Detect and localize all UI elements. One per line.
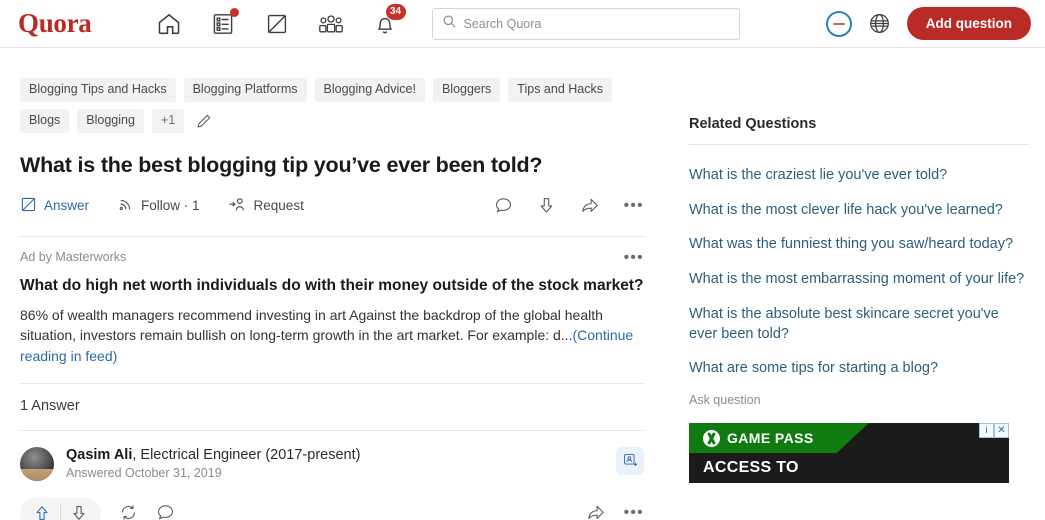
upvote-icon[interactable] <box>24 498 60 520</box>
topic-tag[interactable]: Blogging Advice! <box>314 78 425 102</box>
ad-body-text: 86% of wealth managers recommend investi… <box>20 306 603 344</box>
answers-icon[interactable] <box>196 4 250 44</box>
home-icon[interactable] <box>142 4 196 44</box>
share-icon[interactable] <box>580 196 600 215</box>
divider-below-ad <box>20 382 644 384</box>
answer-button[interactable]: Answer <box>20 196 89 216</box>
xbox-logo-icon <box>703 429 720 447</box>
answer-author-credential: , Electrical Engineer (2017-present) <box>132 446 361 463</box>
profile-avatar[interactable] <box>825 10 852 37</box>
search-icon <box>442 14 457 34</box>
comment-icon[interactable] <box>494 196 513 215</box>
comment-icon[interactable] <box>156 503 175 520</box>
more-dots-glyph: ••• <box>623 504 644 520</box>
game-pass-brand-label: GAME PASS <box>727 430 814 447</box>
question-title: What is the best blogging tip you’ve eve… <box>20 152 543 177</box>
ad-close-icon[interactable]: ✕ <box>994 423 1009 439</box>
search-input[interactable] <box>463 16 724 31</box>
language-globe-icon[interactable] <box>868 12 891 35</box>
top-navbar: Quora 34 Search Quora Add question <box>0 0 1045 48</box>
topic-tag[interactable]: Blogging Platforms <box>183 78 307 102</box>
related-question-link[interactable]: What is the absolute best skincare secre… <box>689 305 1029 344</box>
question-more-icon[interactable]: ••• <box>624 198 644 213</box>
answer-secondary-actions: ••• <box>568 503 644 520</box>
page-body: Blogging Tips and Hacks Blogging Platfor… <box>0 48 1045 520</box>
repost-icon[interactable] <box>119 503 138 520</box>
topic-tag[interactable]: Tips and Hacks <box>508 78 612 102</box>
downvote-icon[interactable] <box>61 498 97 520</box>
answer-action-bar: ••• <box>20 497 644 520</box>
main-content: Blogging Tips and Hacks Blogging Platfor… <box>20 48 644 520</box>
ask-question-link[interactable]: Ask question <box>689 393 1029 407</box>
promoted-ad-block: Ad by Masterworks ••• What do high net w… <box>20 237 644 367</box>
topic-tag[interactable]: Blogs <box>20 108 70 133</box>
adchoices-controls: i ✕ <box>979 423 1009 439</box>
related-question-link[interactable]: What is the craziest lie you've ever tol… <box>689 166 1029 186</box>
search-bar[interactable] <box>431 7 740 40</box>
request-answer-button[interactable]: Request <box>228 196 304 216</box>
request-person-icon <box>228 196 247 216</box>
answer-button-label: Answer <box>44 198 90 214</box>
edit-topics-pencil-icon[interactable] <box>192 109 216 133</box>
follow-user-button[interactable] <box>616 446 644 475</box>
ad-more-icon[interactable]: ••• <box>624 250 644 265</box>
follow-button-label: Follow · 1 <box>141 198 200 214</box>
adchoices-info-icon[interactable]: i <box>979 423 994 439</box>
related-questions-list: What is the craziest lie you've ever tol… <box>689 145 1029 379</box>
answer-more-icon[interactable]: ••• <box>624 505 644 520</box>
add-question-button[interactable]: Add question <box>906 7 1031 40</box>
answer-author-line: Qasim Ali, Electrical Engineer (2017-pre… <box>66 447 616 463</box>
topic-tag[interactable]: Blogging <box>77 108 144 133</box>
topic-tag-list: Blogging Tips and Hacks Blogging Platfor… <box>20 78 630 133</box>
topic-tag-more[interactable]: +1 <box>151 108 185 133</box>
header-right-group: Add question <box>825 7 1031 40</box>
answer-author-avatar[interactable] <box>20 446 54 481</box>
follow-rss-icon <box>117 196 134 216</box>
topic-tag[interactable]: Bloggers <box>432 78 501 102</box>
ad-header: Ad by Masterworks ••• <box>20 250 644 265</box>
related-question-link[interactable]: What is the most embarrassing moment of … <box>689 270 1029 290</box>
write-icon[interactable] <box>250 4 304 44</box>
notifications-icon[interactable]: 34 <box>358 3 412 44</box>
game-pass-ad-banner[interactable]: GAME PASS ACCESS TO <box>689 423 1009 484</box>
game-pass-ribbon: GAME PASS <box>689 423 869 454</box>
share-icon[interactable] <box>586 503 606 520</box>
related-questions-title: Related Questions <box>689 116 817 132</box>
answers-notification-dot <box>229 7 239 17</box>
topic-tag[interactable]: Blogging Tips and Hacks <box>20 78 176 102</box>
write-pencil-icon <box>20 196 37 216</box>
downvote-icon[interactable] <box>537 196 556 215</box>
spaces-icon[interactable] <box>304 4 358 44</box>
nav-icon-group: 34 <box>142 3 412 44</box>
request-button-label: Request <box>253 198 304 214</box>
ad-body: 86% of wealth managers recommend investi… <box>20 305 644 367</box>
ad-attribution-label: Ad by Masterworks <box>20 250 127 265</box>
sidebar-ad: i ✕ GAME PASS ACCESS TO <box>689 423 1009 484</box>
related-question-link[interactable]: What was the funniest thing you saw/hear… <box>689 235 1029 255</box>
notification-count-badge: 34 <box>385 3 406 20</box>
question-action-bar: Answer Follow · 1 Request ••• <box>20 192 644 220</box>
related-questions-sidebar: Related Questions What is the craziest l… <box>689 48 1029 520</box>
answer-date: Answered October 31, 2019 <box>66 465 222 480</box>
answer-author-meta: Qasim Ali, Electrical Engineer (2017-pre… <box>66 447 616 480</box>
answer-author-row: Qasim Ali, Electrical Engineer (2017-pre… <box>20 431 644 481</box>
question-secondary-actions: ••• <box>470 196 644 215</box>
follow-question-button[interactable]: Follow · 1 <box>117 196 200 216</box>
quora-logo[interactable]: Quora <box>18 10 92 37</box>
avatar-glyph <box>832 22 845 25</box>
game-pass-headline: ACCESS TO <box>703 459 799 477</box>
ad-title[interactable]: What do high net worth individuals do wi… <box>20 276 644 297</box>
related-question-link[interactable]: What are some tips for starting a blog? <box>689 359 1029 379</box>
answer-author-name[interactable]: Qasim Ali <box>66 447 132 463</box>
more-dots-glyph: ••• <box>623 197 644 215</box>
related-question-link[interactable]: What is the most clever life hack you've… <box>689 201 1029 221</box>
answer-count-label: 1 Answer <box>20 397 80 414</box>
vote-pill <box>20 497 101 520</box>
